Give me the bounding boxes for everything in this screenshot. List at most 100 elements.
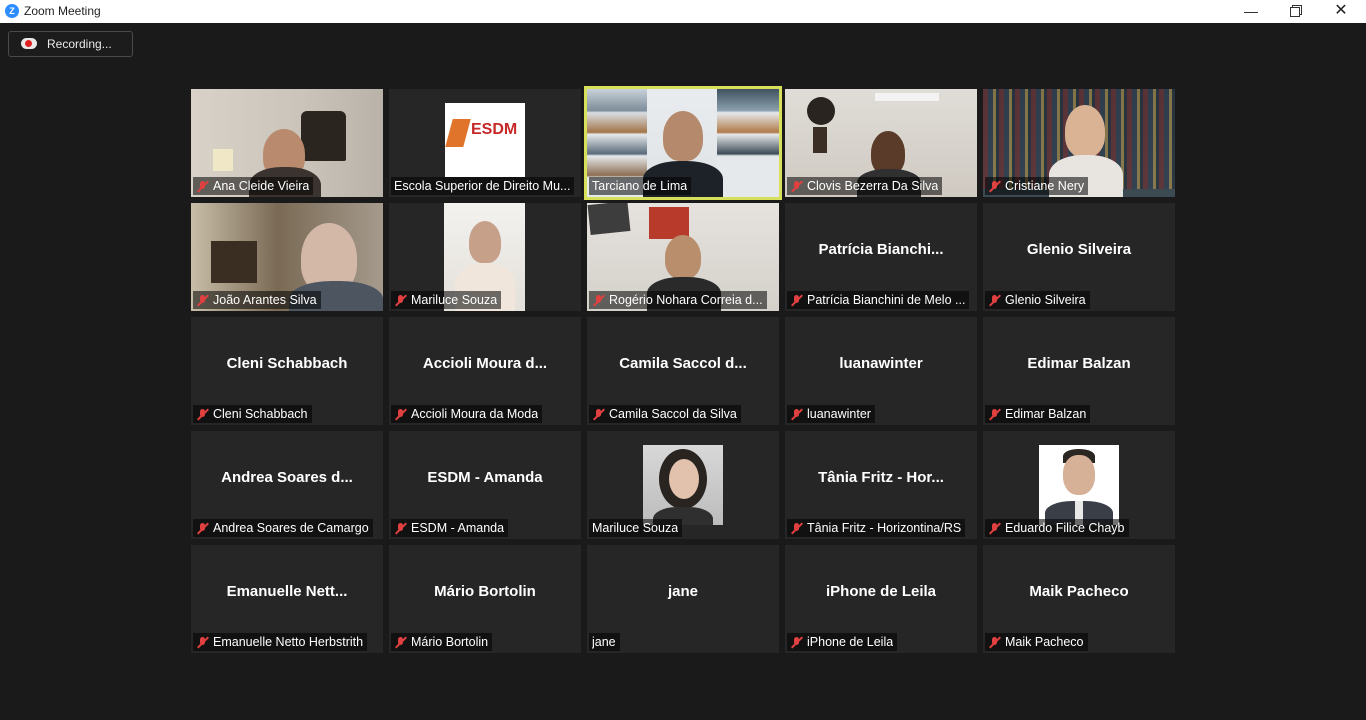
participant-display-name: iPhone de Leila bbox=[825, 583, 937, 600]
participant-name-label: João Arantes Silva bbox=[193, 291, 321, 309]
muted-microphone-icon bbox=[196, 636, 209, 649]
restore-icon bbox=[1290, 7, 1300, 17]
participant-name-label: Mariluce Souza bbox=[391, 291, 502, 309]
muted-microphone-icon bbox=[790, 294, 803, 307]
muted-microphone-icon bbox=[196, 522, 209, 535]
participant-name-label: Cleni Schabbach bbox=[193, 405, 312, 423]
participant-name-label: Eduardo Filice Chayb bbox=[985, 519, 1129, 537]
participant-tile[interactable]: Mariluce Souza bbox=[587, 431, 779, 539]
participant-name-label: Emanuelle Netto Herbstrith bbox=[193, 633, 368, 651]
participant-name-label: ESDM - Amanda bbox=[391, 519, 509, 537]
muted-microphone-icon bbox=[988, 522, 1001, 535]
participant-name-label: Mário Bortolin bbox=[391, 633, 493, 651]
participant-tile[interactable]: Rogério Nohara Correia d... bbox=[587, 203, 779, 311]
participant-name: Ana Cleide Vieira bbox=[213, 179, 310, 193]
participant-name: Clovis Bezerra Da Silva bbox=[807, 179, 939, 193]
participant-tile[interactable]: Mariluce Souza bbox=[389, 203, 581, 311]
participant-name: ESDM - Amanda bbox=[411, 521, 505, 535]
muted-microphone-icon bbox=[196, 180, 209, 193]
participant-tile[interactable]: Emanuelle Nett... Emanuelle Netto Herbstr… bbox=[191, 545, 383, 653]
participant-name: Mário Bortolin bbox=[411, 635, 489, 649]
participant-name-label: Maik Pacheco bbox=[985, 633, 1088, 651]
participant-name: Camila Saccol da Silva bbox=[609, 407, 737, 421]
participant-name-label: Patrícia Bianchini de Melo ... bbox=[787, 291, 970, 309]
participant-tile[interactable]: Eduardo Filice Chayb bbox=[983, 431, 1175, 539]
muted-microphone-icon bbox=[988, 408, 1001, 421]
muted-microphone-icon bbox=[394, 294, 407, 307]
participant-name-label: jane bbox=[589, 633, 620, 651]
restore-button[interactable] bbox=[1272, 0, 1318, 23]
participant-tile[interactable]: Ana Cleide Vieira bbox=[191, 89, 383, 197]
participant-tile[interactable]: Edimar Balzan Edimar Balzan bbox=[983, 317, 1175, 425]
participant-name: Maik Pacheco bbox=[1005, 635, 1084, 649]
muted-microphone-icon bbox=[394, 408, 407, 421]
muted-microphone-icon bbox=[988, 180, 1001, 193]
participant-tile[interactable]: ESDM - Amanda ESDM - Amanda bbox=[389, 431, 581, 539]
participant-tile[interactable]: Mário Bortolin Mário Bortolin bbox=[389, 545, 581, 653]
esdm-logo: ESDM bbox=[471, 121, 518, 138]
participant-name-label: Camila Saccol da Silva bbox=[589, 405, 741, 423]
muted-microphone-icon bbox=[592, 294, 605, 307]
participant-display-name: Glenio Silveira bbox=[1026, 241, 1132, 258]
participant-name: Cristiane Nery bbox=[1005, 179, 1085, 193]
participant-display-name: Mário Bortolin bbox=[434, 583, 536, 600]
participant-name: jane bbox=[592, 635, 616, 649]
participant-name-label: Ana Cleide Vieira bbox=[193, 177, 314, 195]
participant-name: Eduardo Filice Chayb bbox=[1005, 521, 1125, 535]
zoom-logo-icon: Z bbox=[5, 4, 19, 18]
participant-tile[interactable]: Clovis Bezerra Da Silva bbox=[785, 89, 977, 197]
muted-microphone-icon bbox=[196, 408, 209, 421]
muted-microphone-icon bbox=[790, 636, 803, 649]
participant-name: Glenio Silveira bbox=[1005, 293, 1086, 307]
participant-tile[interactable]: Andrea Soares d... Andrea Soares de Camar… bbox=[191, 431, 383, 539]
participant-display-name: Cleni Schabbach bbox=[226, 355, 348, 372]
participant-name: iPhone de Leila bbox=[807, 635, 894, 649]
participant-tile[interactable]: jane jane bbox=[587, 545, 779, 653]
participant-name: Tarciano de Lima bbox=[592, 179, 688, 193]
title-bar: Z Zoom Meeting — ✕ bbox=[0, 0, 1366, 23]
muted-microphone-icon bbox=[394, 636, 407, 649]
participant-tile[interactable]: iPhone de Leila iPhone de Leila bbox=[785, 545, 977, 653]
participant-name-label: Mariluce Souza bbox=[589, 519, 683, 537]
participant-name-label: Clovis Bezerra Da Silva bbox=[787, 177, 943, 195]
participant-display-name: Tânia Fritz - Hor... bbox=[818, 469, 944, 486]
participant-tile[interactable]: Maik Pacheco Maik Pacheco bbox=[983, 545, 1175, 653]
muted-microphone-icon bbox=[988, 294, 1001, 307]
participant-tile[interactable]: Accioli Moura d... Accioli Moura da Moda bbox=[389, 317, 581, 425]
participant-tile[interactable]: João Arantes Silva bbox=[191, 203, 383, 311]
participant-name-label: Tarciano de Lima bbox=[589, 177, 692, 195]
participant-name: João Arantes Silva bbox=[213, 293, 317, 307]
participant-name: luanawinter bbox=[807, 407, 871, 421]
participant-name: Escola Superior de Direito Mu... bbox=[394, 179, 571, 193]
muted-microphone-icon bbox=[592, 408, 605, 421]
participant-name-label: Cristiane Nery bbox=[985, 177, 1089, 195]
participant-name: Patrícia Bianchini de Melo ... bbox=[807, 293, 966, 307]
participant-tile[interactable]: Tarciano de Lima bbox=[584, 86, 782, 200]
participant-tile[interactable]: Glenio Silveira Glenio Silveira bbox=[983, 203, 1175, 311]
participant-tile[interactable]: Cleni Schabbach Cleni Schabbach bbox=[191, 317, 383, 425]
close-button[interactable]: ✕ bbox=[1318, 0, 1364, 23]
participant-display-name: Maik Pacheco bbox=[1029, 583, 1129, 600]
participant-name: Mariluce Souza bbox=[592, 521, 679, 535]
recording-cloud-icon bbox=[21, 38, 37, 49]
participant-display-name: luanawinter bbox=[839, 355, 923, 372]
participant-display-name: Accioli Moura d... bbox=[422, 355, 548, 372]
participant-tile[interactable]: Patrícia Bianchi... Patrícia Bianchini de… bbox=[785, 203, 977, 311]
participant-tile[interactable]: Tânia Fritz - Hor... Tânia Fritz - Horizo… bbox=[785, 431, 977, 539]
participant-tile[interactable]: Cristiane Nery bbox=[983, 89, 1175, 197]
participant-name: Edimar Balzan bbox=[1005, 407, 1087, 421]
participant-name: Mariluce Souza bbox=[411, 293, 498, 307]
recording-indicator[interactable]: Recording... bbox=[8, 31, 133, 57]
participant-name-label: Escola Superior de Direito Mu... bbox=[391, 177, 575, 195]
participant-name-label: Tânia Fritz - Horizontina/RS bbox=[787, 519, 966, 537]
participant-name: Cleni Schabbach bbox=[213, 407, 308, 421]
muted-microphone-icon bbox=[790, 180, 803, 193]
muted-microphone-icon bbox=[196, 294, 209, 307]
participant-name: Emanuelle Netto Herbstrith bbox=[213, 635, 364, 649]
participant-name-label: luanawinter bbox=[787, 405, 875, 423]
participant-tile[interactable]: luanawinter luanawinter bbox=[785, 317, 977, 425]
participant-tile[interactable]: ESDM Escola Superior de Direito Mu... bbox=[389, 89, 581, 197]
participant-name-label: Glenio Silveira bbox=[985, 291, 1090, 309]
participant-tile[interactable]: Camila Saccol d... Camila Saccol da Silva bbox=[587, 317, 779, 425]
minimize-button[interactable]: — bbox=[1228, 0, 1274, 23]
